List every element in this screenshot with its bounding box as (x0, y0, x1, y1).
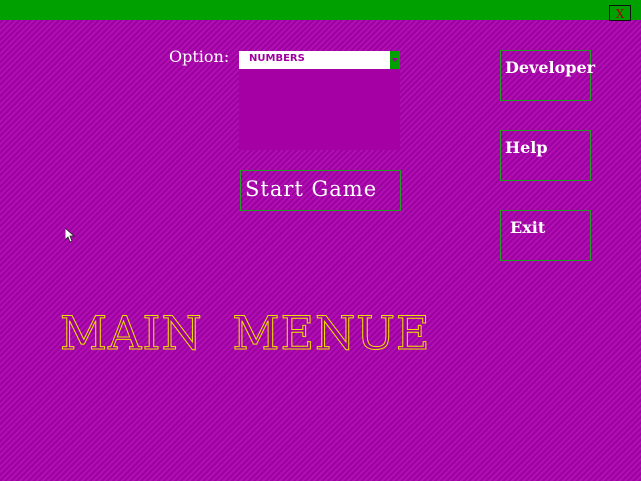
exit-button[interactable]: Exit (500, 210, 591, 261)
option-dropdown[interactable]: NUMBERS (239, 51, 400, 69)
dropdown-arrow-icon[interactable] (390, 51, 400, 69)
help-button[interactable]: Help (500, 130, 591, 181)
title-bar (0, 0, 641, 20)
option-selected-value: NUMBERS (249, 53, 305, 64)
developer-button[interactable]: Developer (500, 50, 595, 101)
close-button[interactable]: X (609, 5, 631, 21)
start-game-button[interactable]: Start Game (240, 170, 401, 211)
option-label: Option: (169, 47, 230, 66)
option-list-area (239, 69, 400, 150)
mouse-pointer-icon (65, 228, 76, 243)
main-menu-title: MAIN MENUE (60, 306, 431, 361)
